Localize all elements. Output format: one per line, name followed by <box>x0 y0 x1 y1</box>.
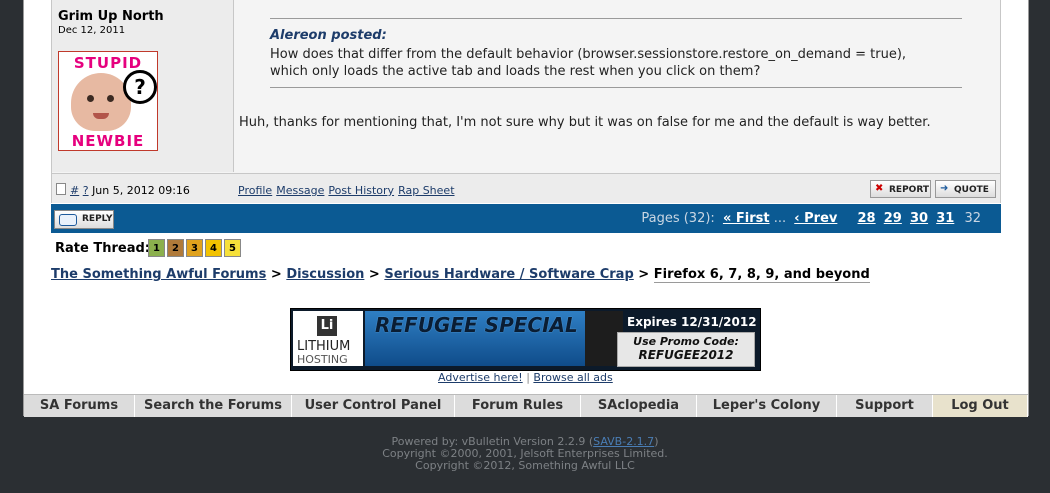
ad-headline-area: REFUGEE SPECIAL <box>365 311 605 366</box>
promo-code: REFUGEE2012 <box>638 348 734 362</box>
thread-bar: REPLY Pages (32): « First ... ‹ Prev 28 … <box>51 204 1001 233</box>
quote-block: Alereon posted: How does that differ fro… <box>270 18 962 88</box>
post-date: # ? Jun 5, 2012 09:16 <box>56 183 190 197</box>
nav-lepers-colony[interactable]: Leper's Colony <box>697 395 837 417</box>
breadcrumb: The Something Awful Forums > Discussion … <box>51 267 870 283</box>
nav-support[interactable]: Support <box>837 395 933 417</box>
footer-copyright-sa: Copyright ©2012, Something Awful LLC <box>415 459 635 472</box>
prev-page-link[interactable]: ‹ Prev <box>794 211 837 226</box>
rate-1-button[interactable]: 1 <box>148 239 165 257</box>
quote-line: which only loads the active tab and load… <box>270 64 761 79</box>
bottom-navbar: SA Forums Search the Forums User Control… <box>24 394 1028 417</box>
quote-line: How does that differ from the default be… <box>270 47 907 62</box>
breadcrumb-link-hardware[interactable]: Serious Hardware / Software Crap <box>384 267 633 282</box>
avatar-eye <box>107 95 114 102</box>
promo-label: Use Promo Code: <box>633 335 739 348</box>
post-text: Huh, thanks for mentioning that, I'm not… <box>239 115 931 130</box>
avatar-bottom-text: NEWBIE <box>71 132 145 150</box>
page-link[interactable]: 30 <box>910 211 928 226</box>
avatar-baby-face <box>71 73 131 131</box>
breadcrumb-separator: > <box>638 267 650 282</box>
user-info: Grim Up North Dec 12, 2011 STUPID ? NEWB… <box>52 0 234 172</box>
ad-links-separator: | <box>526 371 530 384</box>
report-label: REPORT <box>889 185 929 195</box>
breadcrumb-separator: > <box>368 267 380 282</box>
page-link[interactable]: 31 <box>936 211 954 226</box>
breadcrumb-link-discussion[interactable]: Discussion <box>286 267 364 282</box>
rap-sheet-link[interactable]: Rap Sheet <box>398 184 454 197</box>
page-container: Grim Up North Dec 12, 2011 STUPID ? NEWB… <box>23 0 1029 417</box>
logo-subtitle: HOSTING <box>297 353 348 366</box>
breadcrumb-separator: > <box>270 267 282 282</box>
speech-bubble-icon <box>59 214 77 226</box>
quote-label: QUOTE <box>954 185 989 195</box>
quote-text: How does that differ from the default be… <box>270 46 906 80</box>
breadcrumb-current-thread: Firefox 6, 7, 8, 9, and beyond <box>653 267 870 283</box>
breadcrumb-link-forums[interactable]: The Something Awful Forums <box>51 267 266 282</box>
profile-links: Profile Message Post History Rap Sheet <box>238 184 459 197</box>
nav-log-out[interactable]: Log Out <box>933 395 1028 417</box>
logo-name: LITHIUM <box>297 339 351 354</box>
quote-author[interactable]: Alereon posted: <box>270 28 387 43</box>
message-link[interactable]: Message <box>276 184 324 197</box>
promo-box: Use Promo Code: REFUGEE2012 <box>617 332 755 367</box>
avatar-mouth <box>93 113 109 119</box>
user-posts-link[interactable]: ? <box>83 184 89 197</box>
nav-forum-rules[interactable]: Forum Rules <box>455 395 581 417</box>
report-button[interactable]: ✖ REPORT <box>870 180 931 198</box>
post-author[interactable]: Grim Up North <box>58 9 164 24</box>
rate-4-button[interactable]: 4 <box>205 239 222 257</box>
ad-links: Advertise here! | Browse all ads <box>438 371 613 384</box>
pages-label: Pages (32): <box>641 211 715 226</box>
quote-arrow-icon: ➜ <box>940 183 949 194</box>
rate-thread-label: Rate Thread: <box>55 241 150 256</box>
avatar-eye <box>87 95 94 102</box>
rate-3-button[interactable]: 3 <box>186 239 203 257</box>
page-link[interactable]: 28 <box>858 211 876 226</box>
first-page-link[interactable]: « First <box>723 211 770 226</box>
page-footer: Powered by: vBulletin Version 2.2.9 (SAV… <box>0 436 1050 472</box>
rate-2-button[interactable]: 2 <box>167 239 184 257</box>
ad-expires: Expires 12/31/2012 <box>627 315 757 329</box>
post-document-icon <box>56 183 66 195</box>
pages-ellipsis: ... <box>773 211 787 226</box>
nav-saclopedia[interactable]: SAclopedia <box>581 395 697 417</box>
advertise-link[interactable]: Advertise here! <box>438 371 523 384</box>
post-anchor-link[interactable]: # <box>70 184 79 197</box>
page-link[interactable]: 29 <box>884 211 902 226</box>
ad-banner[interactable]: Li LITHIUM HOSTING REFUGEE SPECIAL Expir… <box>290 308 761 371</box>
registration-date: Dec 12, 2011 <box>58 25 126 36</box>
reply-button[interactable]: REPLY <box>54 210 114 229</box>
logo-letter: Li <box>317 316 337 336</box>
ad-headline: REFUGEE SPECIAL <box>375 313 578 337</box>
post-body: Alereon posted: How does that differ fro… <box>234 0 1000 172</box>
profile-link[interactable]: Profile <box>238 184 272 197</box>
post-footer: # ? Jun 5, 2012 09:16 Profile Message Post… <box>52 173 1000 203</box>
nav-search-forums[interactable]: Search the Forums <box>135 395 292 417</box>
nav-user-control-panel[interactable]: User Control Panel <box>292 395 455 417</box>
forum-post: Grim Up North Dec 12, 2011 STUPID ? NEWB… <box>51 0 1001 203</box>
pagination: Pages (32): « First ... ‹ Prev 28 29 30 … <box>641 211 981 226</box>
reply-label: REPLY <box>82 214 113 224</box>
browse-ads-link[interactable]: Browse all ads <box>533 371 612 384</box>
avatar: STUPID ? NEWBIE <box>58 51 158 151</box>
report-x-icon: ✖ <box>875 183 884 194</box>
lithium-logo: Li LITHIUM HOSTING <box>293 311 363 366</box>
post-history-link[interactable]: Post History <box>328 184 394 197</box>
post-datetime: Jun 5, 2012 09:16 <box>92 184 190 197</box>
nav-sa-forums[interactable]: SA Forums <box>24 395 135 417</box>
current-page: 32 <box>964 211 981 226</box>
rate-5-button[interactable]: 5 <box>224 239 241 257</box>
avatar-question-mark: ? <box>123 70 157 104</box>
quote-button[interactable]: ➜ QUOTE <box>935 180 996 198</box>
